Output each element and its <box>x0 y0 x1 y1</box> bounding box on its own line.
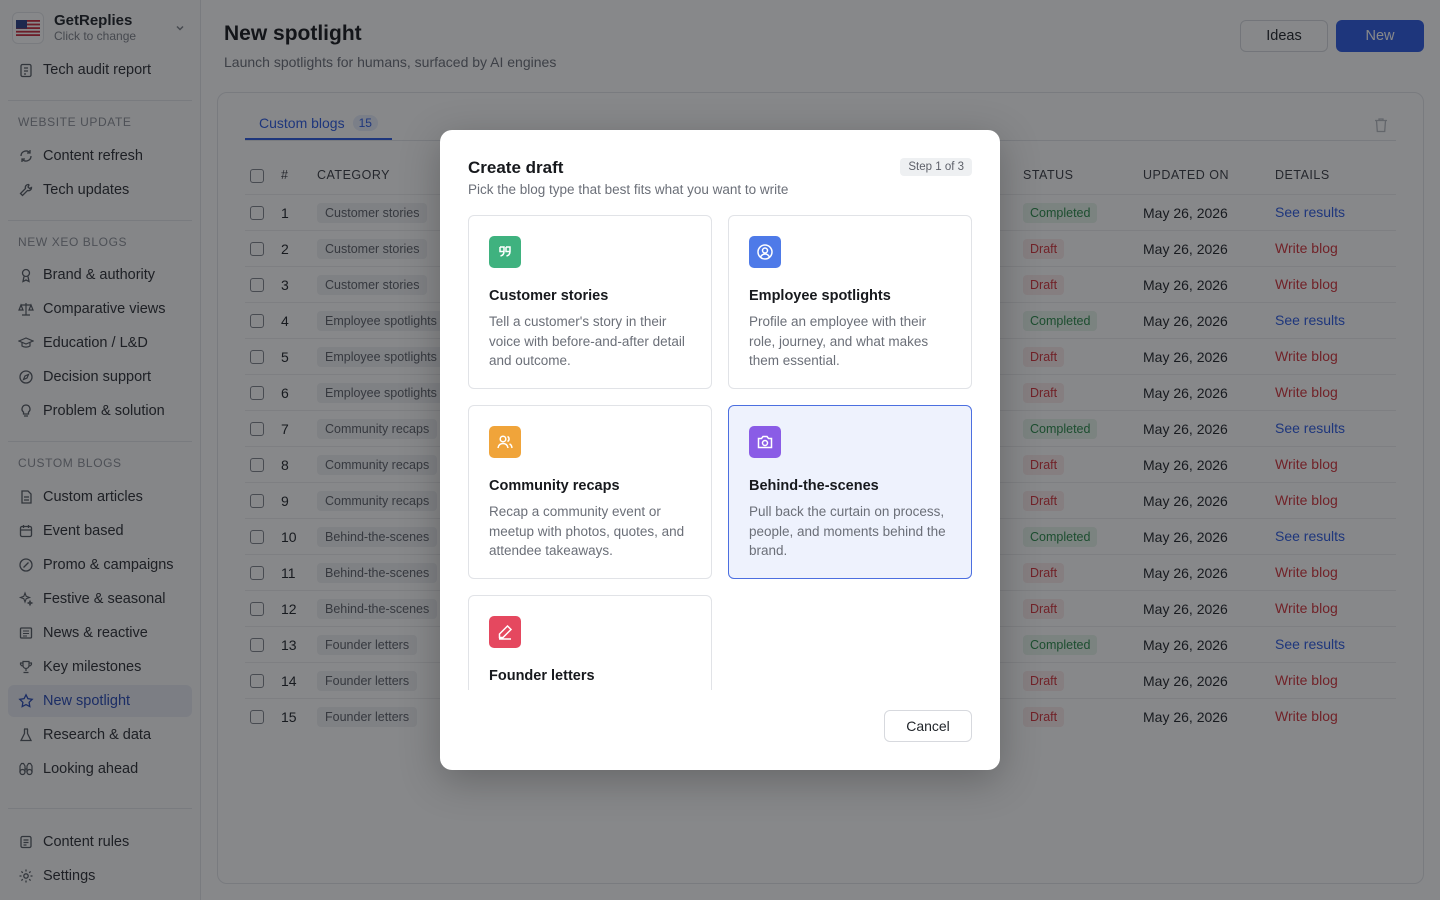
option-description: Recap a community event or meetup with p… <box>489 504 685 558</box>
quote-icon <box>489 236 521 268</box>
user-circle-icon <box>749 236 781 268</box>
blog-type-grid: Customer stories Tell a customer's story… <box>468 215 972 690</box>
option-title: Community recaps <box>489 478 620 494</box>
option-title: Behind-the-scenes <box>749 478 879 494</box>
option-title: Customer stories <box>489 288 609 304</box>
option-community-recaps[interactable]: Community recaps Recap a community event… <box>468 405 712 579</box>
dialog-subtitle: Pick the blog type that best fits what y… <box>468 182 789 197</box>
option-employee-spotlights[interactable]: Employee spotlights Profile an employee … <box>728 215 972 389</box>
option-title: Founder letters <box>489 668 595 684</box>
option-founder-letters[interactable]: Founder letters <box>468 595 712 690</box>
option-customer-stories[interactable]: Customer stories Tell a customer's story… <box>468 215 712 389</box>
option-description: Tell a customer's story in their voice w… <box>489 314 685 368</box>
dialog-title: Create draft <box>468 158 564 177</box>
camera-icon <box>749 426 781 458</box>
option-description: Profile an employee with their role, jou… <box>749 314 929 368</box>
create-draft-dialog: Create draft Pick the blog type that bes… <box>440 130 1000 770</box>
cancel-button[interactable]: Cancel <box>884 710 972 742</box>
step-badge: Step 1 of 3 <box>900 158 972 176</box>
option-description: Pull back the curtain on process, people… <box>749 504 946 558</box>
option-title: Employee spotlights <box>749 288 891 304</box>
option-behind-the-scenes[interactable]: Behind-the-scenes Pull back the curtain … <box>728 405 972 579</box>
users-icon <box>489 426 521 458</box>
pen-icon <box>489 616 521 648</box>
